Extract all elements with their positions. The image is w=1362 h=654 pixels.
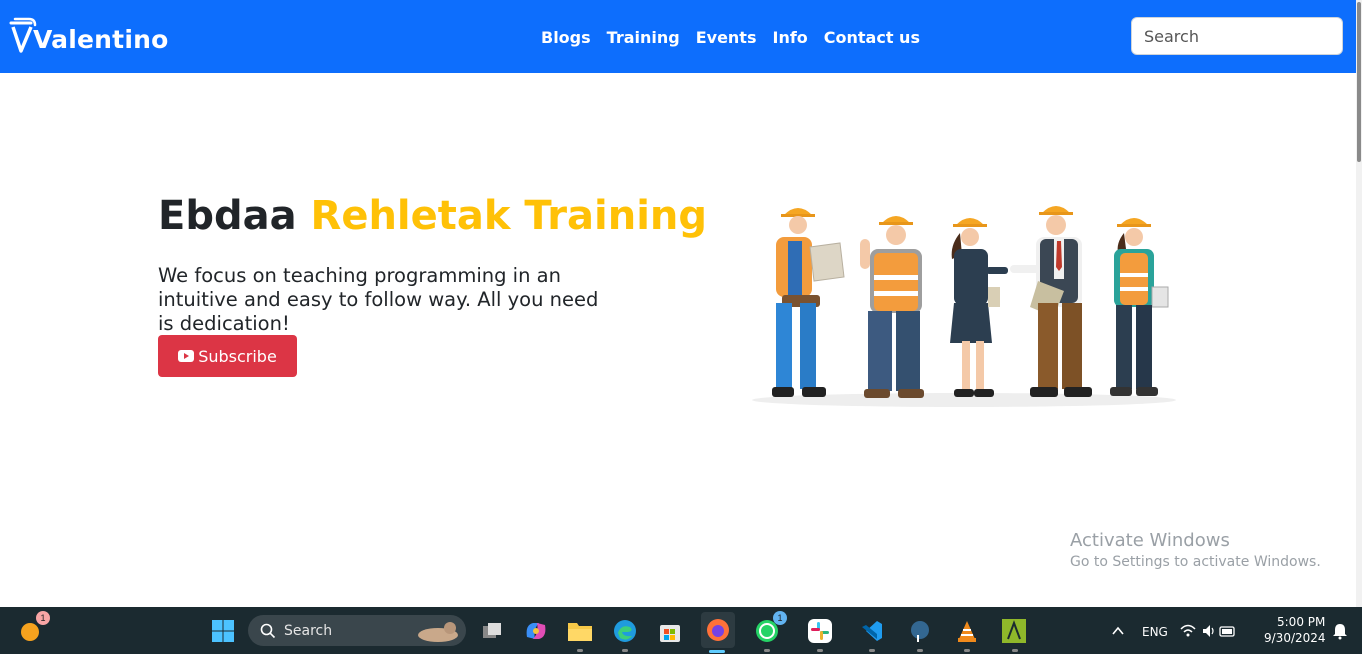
page-scrollbar[interactable]	[1356, 0, 1362, 607]
scrollbar-thumb[interactable]	[1357, 2, 1361, 162]
vscode-button[interactable]	[856, 615, 888, 647]
clock-time[interactable]: 5:00 PM	[1277, 615, 1325, 629]
youtube-icon	[178, 350, 195, 362]
postgres-elephant-icon	[911, 621, 929, 642]
activate-windows-watermark: Activate Windows Go to Settings to activ…	[1070, 530, 1321, 570]
notifications-button[interactable]	[1324, 615, 1356, 647]
brand-name: Valentino	[33, 25, 169, 54]
watermark-subtitle: Go to Settings to activate Windows.	[1070, 554, 1321, 570]
slack-button[interactable]	[804, 615, 836, 647]
brand-logo[interactable]: Valentino	[9, 17, 168, 57]
task-view-icon	[483, 623, 501, 638]
copilot-icon	[526, 623, 546, 639]
chevron-up-icon	[1112, 626, 1124, 635]
running-indicator	[1012, 649, 1018, 652]
folder-icon	[568, 623, 592, 641]
worker-figure	[1010, 206, 1092, 397]
language-indicator[interactable]: ENG	[1142, 625, 1168, 639]
running-indicator	[764, 649, 770, 652]
walrus-search-highlight-icon	[418, 621, 458, 642]
worker-figure	[950, 218, 1008, 397]
copilot-button[interactable]	[520, 615, 552, 647]
microsoft-store-button[interactable]	[654, 615, 686, 647]
start-button[interactable]	[207, 615, 239, 647]
hero-title-prefix: Ebdaa	[158, 193, 297, 239]
running-indicator	[817, 649, 823, 652]
windows-logo-icon	[212, 620, 234, 642]
clock-date[interactable]: 9/30/2024	[1264, 631, 1326, 645]
vlc-cone-icon	[958, 621, 976, 642]
active-app-indicator	[709, 650, 725, 653]
search-icon	[260, 623, 276, 638]
file-explorer-button[interactable]	[564, 615, 596, 647]
nav-link-contact-us[interactable]: Contact us	[824, 28, 920, 47]
firefox-button[interactable]	[701, 612, 735, 648]
workers-illustration	[752, 206, 1176, 407]
worker-figure	[1110, 218, 1169, 396]
subscribe-button[interactable]: Subscribe	[158, 335, 297, 377]
hero-title-accent: Rehletak Training	[310, 193, 708, 239]
vscode-icon	[862, 621, 882, 641]
show-hidden-icons-button[interactable]	[1102, 615, 1134, 647]
taskbar-search-label: Search	[284, 622, 333, 639]
edge-browser-icon	[614, 620, 636, 642]
nav-links: Blogs Training Events Info Contact us	[541, 28, 920, 47]
taskbar-search[interactable]: Search	[248, 615, 466, 646]
postgresql-button[interactable]	[904, 615, 936, 647]
running-indicator	[917, 649, 923, 652]
nav-link-blogs[interactable]: Blogs	[541, 28, 591, 47]
notification-bell-icon	[1333, 624, 1347, 640]
hero-description: We focus on teaching programming in an i…	[158, 264, 599, 335]
watermark-title: Activate Windows	[1070, 530, 1230, 551]
whatsapp-badge: 1	[773, 611, 787, 625]
navbar: Valentino Blogs Training Events Info Con…	[0, 0, 1356, 73]
whatsapp-button[interactable]: 1	[751, 611, 787, 647]
wifi-volume-battery-icon	[1180, 624, 1235, 637]
worker-figure	[772, 208, 845, 397]
slack-icon	[808, 619, 832, 643]
hero-title: Ebdaa Rehletak Training	[158, 193, 707, 239]
task-view-button[interactable]	[476, 615, 508, 647]
page: Valentino Blogs Training Events Info Con…	[0, 0, 1362, 654]
running-indicator	[622, 649, 628, 652]
widgets-button[interactable]: 1	[14, 611, 50, 647]
green-app-icon	[1002, 619, 1026, 643]
nav-link-events[interactable]: Events	[696, 28, 757, 47]
store-bag-icon	[660, 625, 680, 642]
vlc-button[interactable]	[951, 615, 983, 647]
widgets-badge: 1	[36, 611, 50, 625]
windows-taskbar: 1 Search 1 ENG 5:00 PM 9/30/2024	[0, 607, 1362, 654]
edge-button[interactable]	[609, 615, 641, 647]
search-input[interactable]	[1131, 17, 1343, 55]
running-indicator	[964, 649, 970, 652]
running-indicator	[577, 649, 583, 652]
quick-settings-button[interactable]	[1178, 615, 1238, 647]
firefox-icon	[707, 619, 729, 641]
nav-link-training[interactable]: Training	[607, 28, 680, 47]
worker-figure	[860, 216, 924, 398]
running-indicator	[869, 649, 875, 652]
nav-link-info[interactable]: Info	[772, 28, 807, 47]
subscribe-label: Subscribe	[198, 346, 277, 366]
app-button[interactable]	[998, 615, 1030, 647]
